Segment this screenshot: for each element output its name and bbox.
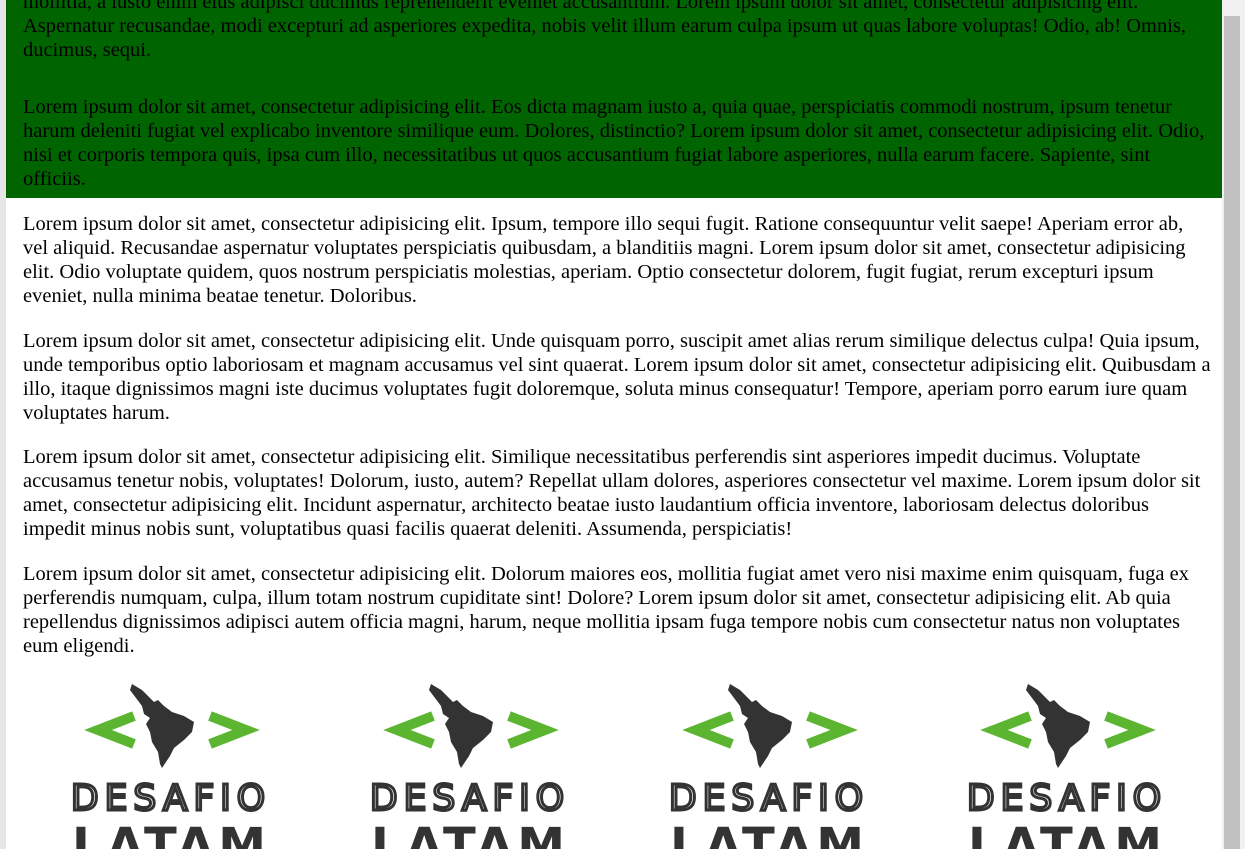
logo-text-latam: LATAM bbox=[371, 818, 569, 849]
logo-graphic: DESAFIOLATAM bbox=[368, 684, 570, 849]
green-paragraph: Lorem ipsum dolor sit amet, consectetur … bbox=[23, 96, 1205, 190]
logo-graphic: DESAFIOLATAM bbox=[667, 684, 869, 849]
left-bracket-icon bbox=[383, 711, 435, 749]
desafio-latam-logo: DESAFIO LATAM bbox=[644, 676, 884, 849]
logo-text-desafio: DESAFIO bbox=[370, 778, 570, 819]
right-bracket-icon bbox=[507, 711, 559, 749]
desafio-latam-logo: DESAFIO LATAM bbox=[345, 676, 585, 849]
page-content: mollitia, a iusto enim eius adipisci duc… bbox=[6, 0, 1222, 849]
logo-graphic: DESAFIOLATAM bbox=[965, 684, 1167, 849]
scrollbar-thumb[interactable] bbox=[1224, 16, 1240, 849]
latam-map-icon bbox=[130, 684, 194, 768]
right-bracket-icon bbox=[1104, 711, 1156, 749]
paragraph: Lorem ipsum dolor sit amet, consectetur … bbox=[23, 446, 1201, 540]
right-bracket-icon bbox=[806, 711, 858, 749]
left-bracket-icon bbox=[84, 711, 136, 749]
logo-text-latam: LATAM bbox=[968, 818, 1166, 849]
latam-map-icon bbox=[1026, 684, 1090, 768]
logo-text-latam: LATAM bbox=[670, 818, 868, 849]
left-bracket-icon bbox=[682, 711, 734, 749]
green-paragraph: mollitia, a iusto enim eius adipisci duc… bbox=[23, 0, 1187, 61]
latam-map-icon bbox=[429, 684, 493, 768]
desafio-latam-logo: DESAFIO LATAM bbox=[46, 676, 286, 849]
logo-text-latam: LATAM bbox=[72, 818, 270, 849]
left-bracket-icon bbox=[980, 711, 1032, 749]
paragraph: Lorem ipsum dolor sit amet, consectetur … bbox=[23, 213, 1186, 307]
right-bracket-icon bbox=[208, 711, 260, 749]
logo-graphic: DESAFIOLATAM bbox=[69, 684, 271, 849]
logo-text-desafio: DESAFIO bbox=[967, 778, 1167, 819]
logo-text-desafio: DESAFIO bbox=[669, 778, 869, 819]
logo-text-desafio: DESAFIO bbox=[71, 778, 271, 819]
green-section: mollitia, a iusto enim eius adipisci duc… bbox=[6, 0, 1222, 198]
latam-map-icon bbox=[728, 684, 792, 768]
desafio-latam-logo: DESAFIO LATAM bbox=[942, 676, 1182, 849]
paragraph: Lorem ipsum dolor sit amet, consectetur … bbox=[23, 563, 1189, 657]
paragraph: Lorem ipsum dolor sit amet, consectetur … bbox=[23, 330, 1211, 424]
logo-row: DESAFIO LATAM DESAFIO LATAM DESAFIO LATAM D… bbox=[6, 676, 1222, 849]
vertical-scrollbar[interactable] bbox=[1222, 0, 1245, 849]
